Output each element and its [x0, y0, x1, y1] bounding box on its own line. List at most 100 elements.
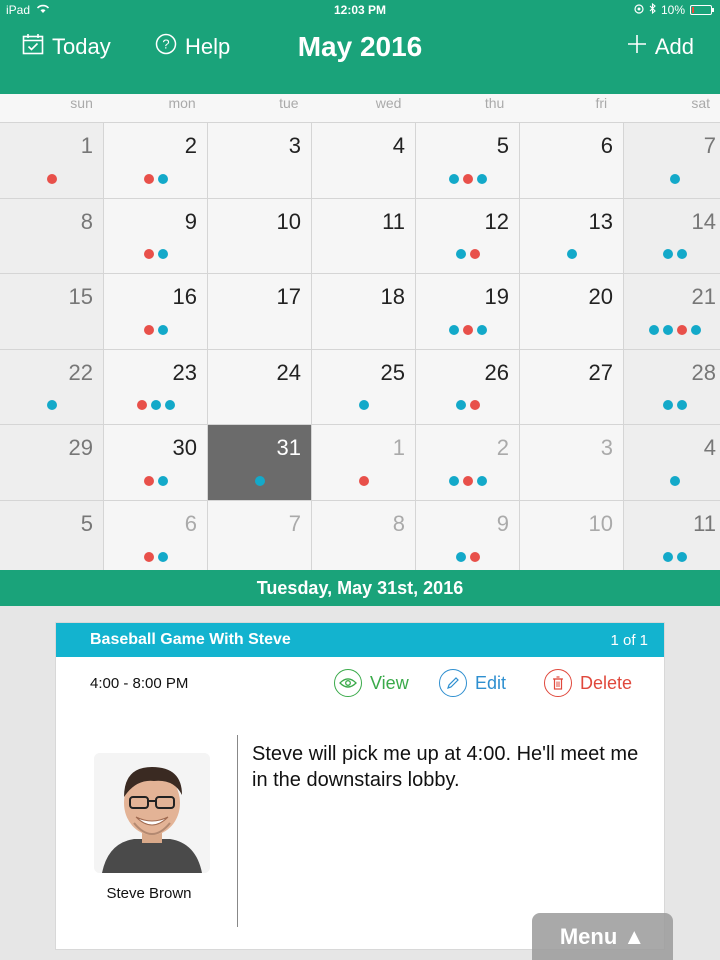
calendar-day[interactable]: 5 — [416, 123, 519, 198]
calendar-day[interactable]: 15 — [0, 274, 103, 349]
calendar-day[interactable]: 26 — [416, 349, 519, 425]
calendar-day[interactable]: 12 — [416, 198, 519, 274]
event-dot-blue — [150, 400, 161, 411]
calendar-day[interactable]: 1 — [0, 123, 103, 198]
day-number: 13 — [588, 208, 613, 234]
event-dots — [416, 249, 519, 260]
calendar-day[interactable]: 5 — [0, 500, 103, 576]
calendar-day[interactable]: 9 — [416, 500, 519, 576]
calendar-day[interactable]: 27 — [520, 349, 623, 425]
weekday-header: sun mon tue wed thu fri sat — [0, 94, 720, 122]
calendar-day[interactable]: 29 — [0, 425, 103, 500]
day-number: 20 — [588, 284, 613, 310]
day-number: 4 — [703, 435, 716, 461]
calendar-grid: 1 2 3 4 5 6 7 8 9 10 11 12 13 14 15 16 17 18 19 20 21 22 23 24 2… — [0, 122, 720, 576]
event-dot-blue — [455, 249, 466, 260]
event-dot-blue — [46, 400, 57, 411]
calendar-day[interactable]: 9 — [104, 198, 207, 274]
event-dots — [208, 475, 311, 486]
event-dots — [624, 173, 720, 184]
day-number: 8 — [80, 208, 93, 234]
calendar-day[interactable]: 1 — [312, 425, 415, 500]
calendar-day[interactable]: 4 — [312, 123, 415, 198]
view-button[interactable]: View — [334, 669, 409, 697]
event-dot-red — [46, 173, 57, 184]
day-number: 22 — [68, 359, 93, 385]
event-dots — [624, 400, 720, 411]
calendar-day[interactable]: 11 — [312, 198, 415, 274]
calendar-day[interactable]: 25 — [312, 349, 415, 425]
event-title: Baseball Game With Steve — [90, 631, 291, 648]
day-number: 8 — [392, 510, 405, 536]
delete-button[interactable]: Delete — [544, 669, 632, 697]
calendar-day[interactable]: 24 — [208, 349, 311, 425]
event-card: Baseball Game With Steve 1 of 1 4:00 - 8… — [55, 622, 665, 950]
day-number: 6 — [184, 510, 197, 536]
calendar-day[interactable]: 21 — [624, 274, 720, 349]
calendar-day[interactable]: 19 — [416, 274, 519, 349]
event-dot-red — [136, 400, 147, 411]
calendar-day[interactable]: 10 — [520, 500, 623, 576]
calendar-day[interactable]: 8 — [0, 198, 103, 274]
add-button[interactable]: Add — [627, 20, 694, 74]
day-number: 3 — [600, 435, 613, 461]
calendar-day[interactable]: 13 — [520, 198, 623, 274]
event-dot-blue — [476, 475, 487, 486]
event-dots — [416, 551, 519, 562]
day-number: 25 — [380, 359, 405, 385]
calendar-day[interactable]: 11 — [624, 500, 720, 576]
day-number: 23 — [172, 359, 197, 385]
event-dot-blue — [358, 400, 369, 411]
calendar-day[interactable]: 7 — [208, 500, 311, 576]
calendar-day[interactable]: 18 — [312, 274, 415, 349]
contact-name: Steve Brown — [106, 885, 192, 902]
event-dot-blue — [663, 551, 673, 562]
day-number: 9 — [496, 510, 509, 536]
event-dots — [104, 551, 207, 562]
calendar-day[interactable]: 17 — [208, 274, 311, 349]
event-dots — [104, 324, 207, 335]
weekday-label: mon — [168, 95, 196, 111]
calendar-day[interactable]: 2 — [416, 425, 519, 500]
day-number: 29 — [68, 435, 93, 461]
event-dots — [104, 400, 207, 411]
calendar-day[interactable]: 23 — [104, 349, 207, 425]
day-number: 26 — [484, 359, 509, 385]
day-number: 10 — [276, 208, 301, 234]
weekday-label: tue — [279, 95, 299, 111]
calendar-day[interactable]: 14 — [624, 198, 720, 274]
day-number: 12 — [484, 208, 509, 234]
day-number: 31 — [276, 435, 301, 461]
calendar-day[interactable]: 6 — [520, 123, 623, 198]
calendar-day[interactable]: 10 — [208, 198, 311, 274]
calendar-day[interactable]: 28 — [624, 349, 720, 425]
calendar-day[interactable]: 2 — [104, 123, 207, 198]
event-dots — [104, 249, 207, 260]
event-time: 4:00 - 8:00 PM — [90, 675, 189, 692]
event-dot-blue — [157, 173, 168, 184]
event-dot-red — [469, 551, 480, 562]
edit-button[interactable]: Edit — [439, 669, 506, 697]
event-dot-blue — [448, 173, 459, 184]
event-dot-red — [143, 475, 154, 486]
calendar-day[interactable]: 22 — [0, 349, 103, 425]
add-label: Add — [654, 34, 694, 59]
delete-label: Delete — [580, 672, 633, 693]
event-dot-red — [143, 249, 154, 260]
calendar-day[interactable]: 30 — [104, 425, 207, 500]
calendar-day[interactable]: 20 — [520, 274, 623, 349]
event-dot-red — [358, 475, 369, 486]
day-number: 6 — [600, 133, 613, 158]
calendar-day[interactable]: 7 — [624, 123, 720, 198]
battery-icon — [690, 5, 714, 15]
calendar-day-selected[interactable]: 31 — [208, 425, 311, 500]
calendar-day[interactable]: 3 — [520, 425, 623, 500]
event-dots — [520, 249, 623, 260]
calendar-day[interactable]: 16 — [104, 274, 207, 349]
menu-button[interactable]: Menu ▲ — [532, 913, 673, 960]
calendar-day[interactable]: 6 — [104, 500, 207, 576]
calendar-day[interactable]: 4 — [624, 425, 720, 500]
day-number: 11 — [382, 208, 405, 234]
calendar-day[interactable]: 8 — [312, 500, 415, 576]
calendar-day[interactable]: 3 — [208, 123, 311, 198]
